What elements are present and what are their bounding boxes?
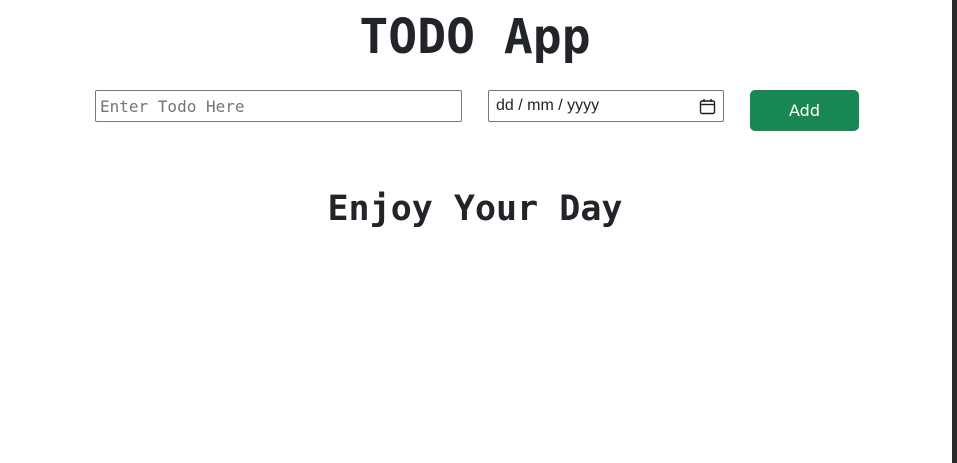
todo-input[interactable] <box>95 90 462 122</box>
app-title: TODO App <box>359 9 591 65</box>
date-placeholder: dd / mm / yyyy <box>496 97 600 114</box>
calendar-icon[interactable] <box>698 97 716 115</box>
window-edge <box>952 0 957 463</box>
add-button[interactable]: Add <box>750 90 859 131</box>
due-date-input[interactable]: dd / mm / yyyy <box>488 90 724 122</box>
empty-state-message: Enjoy Your Day <box>327 189 623 229</box>
